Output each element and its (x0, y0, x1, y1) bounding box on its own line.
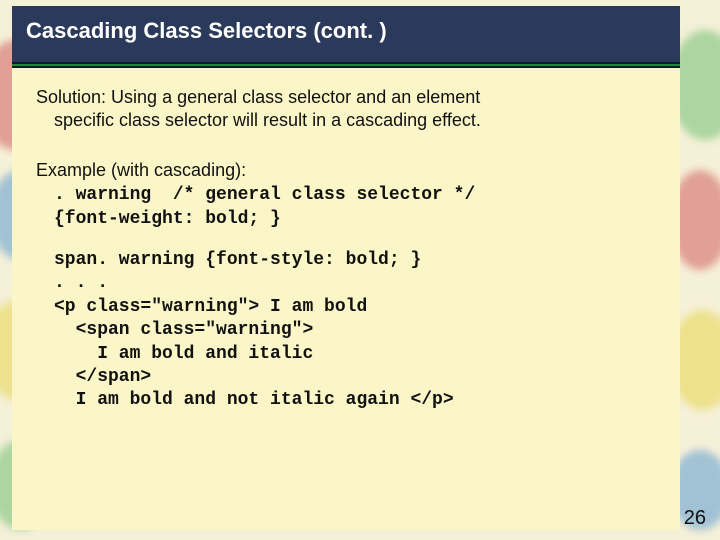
example-label: Example (with cascading): (36, 159, 656, 182)
code-block-general-selector-line1: . warning /* general class selector */ (36, 184, 656, 207)
code-line-p-open: <p class="warning"> I am bold (36, 296, 656, 319)
code-line-span-close: </span> (36, 366, 656, 389)
code-line-span-rule: span. warning {font-style: bold; } (36, 249, 656, 272)
code-block-general-selector-line2: {font-weight: bold; } (36, 208, 656, 231)
slide-container: Cascading Class Selectors (cont. ) Solut… (12, 6, 680, 530)
solution-text-line2: specific class selector will result in a… (36, 109, 656, 132)
page-number: 26 (684, 507, 706, 530)
solution-text-line1: Solution: Using a general class selector… (36, 86, 656, 109)
code-line-p-close: I am bold and not italic again </p> (36, 389, 656, 412)
code-line-ellipsis: . . . (36, 272, 656, 295)
slide-title: Cascading Class Selectors (cont. ) (12, 6, 680, 62)
code-line-span-open: <span class="warning"> (36, 319, 656, 342)
slide-content: Solution: Using a general class selector… (12, 68, 680, 530)
solution-paragraph: Solution: Using a general class selector… (36, 86, 656, 133)
code-line-span-content: I am bold and italic (36, 343, 656, 366)
code-block-cascading: span. warning {font-style: bold; } . . .… (36, 249, 656, 413)
